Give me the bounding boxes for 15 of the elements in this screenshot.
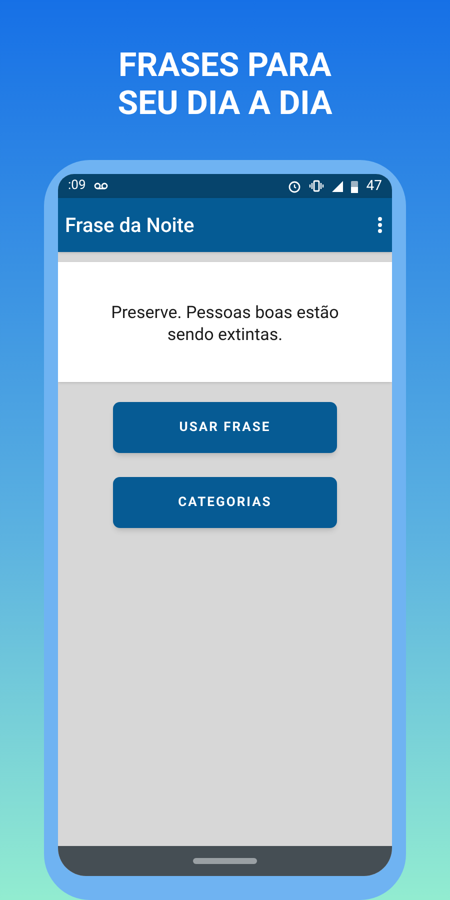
- signal-icon: [332, 180, 344, 192]
- action-button[interactable]: CATEGORIAS: [113, 477, 337, 528]
- action-button[interactable]: USAR FRASE: [113, 402, 337, 453]
- more-icon[interactable]: [378, 217, 382, 233]
- quote-text: Preserve. Pessoas boas estão sendo extintas.: [110, 302, 340, 346]
- alarm-icon: [288, 180, 302, 192]
- vibrate-icon: [309, 180, 324, 192]
- status-time: :09: [68, 177, 86, 196]
- voicemail-icon: [94, 182, 108, 190]
- app-title: Frase da Noite: [65, 212, 194, 239]
- headline: FRASES PARA: [118, 47, 332, 85]
- home-handle[interactable]: [193, 858, 257, 864]
- headline: SEU DIA A DIA: [118, 85, 332, 123]
- battery-icon: [351, 180, 358, 192]
- battery-level: 47: [366, 176, 382, 196]
